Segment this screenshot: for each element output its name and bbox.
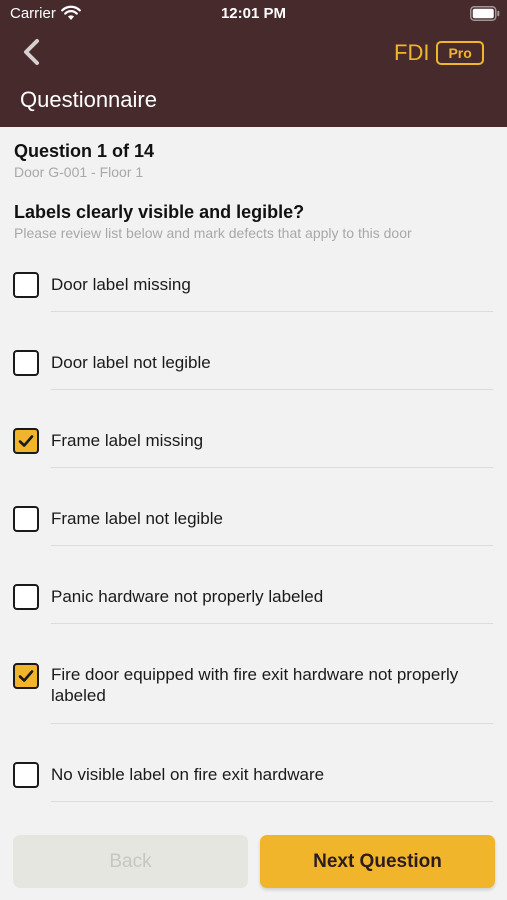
defect-item-door-label-missing[interactable]: Door label missing bbox=[0, 264, 507, 312]
defect-label: Door label missing bbox=[51, 275, 191, 294]
divider bbox=[51, 545, 493, 546]
status-bar: Carrier 12:01 PM bbox=[0, 0, 507, 30]
checkmark-icon bbox=[18, 670, 34, 682]
status-time: 12:01 PM bbox=[220, 5, 287, 22]
defect-item-no-visible-label-fire-exit[interactable]: No visible label on fire exit hardware bbox=[0, 754, 507, 802]
pro-badge: Pro bbox=[436, 41, 484, 65]
defect-item-door-label-not-legible[interactable]: Door label not legible bbox=[0, 342, 507, 390]
nav-header: Carrier 12:01 PM FDI Pro Questionnaire bbox=[0, 0, 507, 127]
divider bbox=[51, 801, 493, 802]
checkbox[interactable] bbox=[13, 350, 39, 376]
checkbox-checked[interactable] bbox=[13, 428, 39, 454]
brand-logo: FDI Pro bbox=[394, 38, 484, 68]
divider bbox=[51, 723, 493, 724]
next-question-button[interactable]: Next Question bbox=[260, 835, 495, 888]
page-title: Questionnaire bbox=[20, 87, 157, 112]
divider bbox=[51, 623, 493, 624]
checkbox[interactable] bbox=[13, 584, 39, 610]
brand-name: FDI bbox=[394, 40, 430, 65]
battery-icon bbox=[470, 6, 500, 21]
defect-label: Door label not legible bbox=[51, 353, 211, 372]
checkbox[interactable] bbox=[13, 506, 39, 532]
divider bbox=[51, 311, 493, 312]
checkbox[interactable] bbox=[13, 272, 39, 298]
defect-item-frame-label-missing[interactable]: Frame label missing bbox=[0, 420, 507, 468]
defect-label: No visible label on fire exit hardware bbox=[51, 765, 325, 784]
checkbox[interactable] bbox=[13, 762, 39, 788]
defect-item-fire-exit-hardware-not-labeled[interactable]: Fire door equipped with fire exit hardwa… bbox=[0, 654, 507, 724]
defect-label: Fire door equipped with fire exit hardwa… bbox=[51, 665, 459, 705]
checkmark-icon bbox=[18, 435, 34, 447]
divider bbox=[51, 467, 493, 468]
defect-item-panic-hardware-not-labeled[interactable]: Panic hardware not properly labeled bbox=[0, 576, 507, 624]
checkbox-checked[interactable] bbox=[13, 663, 39, 689]
back-button: Back bbox=[13, 835, 248, 888]
defect-label: Frame label missing bbox=[51, 431, 204, 450]
defect-item-frame-label-not-legible[interactable]: Frame label not legible bbox=[0, 498, 507, 546]
divider bbox=[51, 389, 493, 390]
chevron-left-icon[interactable] bbox=[16, 36, 46, 68]
door-info: Door G-001 - Floor 1 bbox=[14, 164, 144, 180]
defect-label: Frame label not legible bbox=[51, 509, 223, 528]
question-instructions: Please review list below and mark defect… bbox=[14, 225, 412, 241]
defect-label: Panic hardware not properly labeled bbox=[51, 587, 324, 606]
question-count: Question 1 of 14 bbox=[14, 141, 155, 161]
question-text: Labels clearly visible and legible? bbox=[14, 202, 305, 222]
